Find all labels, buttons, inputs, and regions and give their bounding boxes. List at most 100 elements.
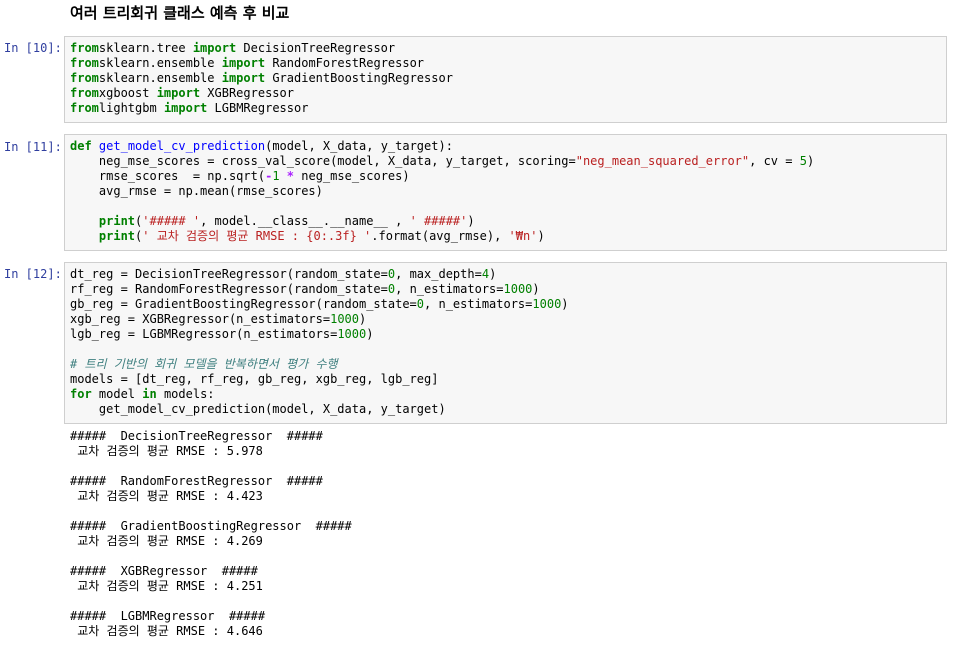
code-token: ) bbox=[806, 154, 815, 168]
code-line: # 트리 기반의 회귀 모델을 반복하면서 평가 수행 bbox=[70, 357, 941, 372]
code-token: import bbox=[163, 101, 208, 115]
code-token: def bbox=[70, 139, 92, 153]
code-token: ' 교차 검증의 평균 RMSE : {0:.3f} ' bbox=[142, 229, 372, 243]
code-line: lgb_reg = LGBMRegressor(n_estimators=100… bbox=[70, 327, 941, 342]
output-line: 교차 검증의 평균 RMSE : 4.251 bbox=[70, 579, 263, 593]
code-token: ) bbox=[366, 327, 374, 341]
code-cell-11[interactable]: def get_model_cv_prediction(model, X_dat… bbox=[64, 134, 947, 251]
code-token: neg_mse_scores = cross_val_score(model, … bbox=[70, 154, 576, 168]
code-token: get_model_cv_prediction bbox=[98, 139, 266, 153]
cell-output: ##### DecisionTreeRegressor ##### 교차 검증의… bbox=[70, 429, 352, 639]
code-token: sklearn.ensemble bbox=[98, 71, 222, 85]
code-token: RandomForestRegressor bbox=[265, 56, 425, 70]
code-token: rmse_scores = np.sqrt( bbox=[70, 169, 266, 183]
output-line: ##### XGBRegressor ##### bbox=[70, 564, 258, 578]
code-token: (model, X_data, y_target): bbox=[265, 139, 453, 153]
section-heading: 여러 트리회귀 클래스 예측 후 비교 bbox=[70, 4, 290, 22]
code-token: avg_rmse = np.mean(rmse_scores) bbox=[70, 184, 323, 198]
code-line: fromsklearn.tree import DecisionTreeRegr… bbox=[70, 41, 941, 56]
code-token: .format(avg_rmse), bbox=[371, 229, 509, 243]
code-token: sklearn.tree bbox=[98, 41, 193, 55]
output-line: ##### DecisionTreeRegressor ##### bbox=[70, 429, 323, 443]
code-line: for model in models: bbox=[70, 387, 941, 402]
code-line: fromlightgbm import LGBMRegressor bbox=[70, 101, 941, 116]
code-line: fromsklearn.ensemble import GradientBoos… bbox=[70, 71, 941, 86]
code-token: sklearn.ensemble bbox=[98, 56, 222, 70]
code-token: rf_reg = RandomForestRegressor(random_st… bbox=[70, 282, 388, 296]
code-token: model bbox=[91, 387, 143, 401]
code-token: ) bbox=[537, 229, 545, 243]
code-token: '##### ' bbox=[142, 214, 201, 228]
code-token: XGBRegressor bbox=[200, 86, 294, 100]
code-token: print bbox=[98, 229, 136, 243]
code-token: import bbox=[221, 56, 266, 70]
code-token: 1000 bbox=[532, 297, 562, 311]
code-token: ) bbox=[561, 297, 569, 311]
code-token: LGBMRegressor bbox=[207, 101, 309, 115]
code-token: ) bbox=[532, 282, 540, 296]
code-token: , model.__class__.__name__ , bbox=[200, 214, 410, 228]
code-token: import bbox=[221, 71, 266, 85]
code-token: import bbox=[156, 86, 201, 100]
code-token: neg_mse_scores) bbox=[294, 169, 410, 183]
code-token: ) bbox=[467, 214, 475, 228]
prompt-cell-11: In [11]: bbox=[4, 140, 62, 154]
code-token: xgb_reg = XGBRegressor(n_estimators= bbox=[70, 312, 331, 326]
code-token: xgboost bbox=[98, 86, 157, 100]
code-line: dt_reg = DecisionTreeRegressor(random_st… bbox=[70, 267, 941, 282]
code-token: lightgbm bbox=[98, 101, 164, 115]
code-token: models: bbox=[156, 387, 215, 401]
prompt-cell-12: In [12]: bbox=[4, 267, 62, 281]
code-token: "neg_mean_squared_error" bbox=[575, 154, 750, 168]
code-token: , n_estimators= bbox=[424, 297, 533, 311]
code-token: 1000 bbox=[337, 327, 367, 341]
code-token: 0 bbox=[416, 297, 425, 311]
output-line: ##### LGBMRegressor ##### bbox=[70, 609, 266, 623]
code-token: get_model_cv_prediction(model, X_data, y… bbox=[70, 402, 446, 416]
code-line: fromxgboost import XGBRegressor bbox=[70, 86, 941, 101]
code-token: DecisionTreeRegressor bbox=[236, 41, 396, 55]
code-line: models = [dt_reg, rf_reg, gb_reg, xgb_re… bbox=[70, 372, 941, 387]
code-token: 1000 bbox=[503, 282, 533, 296]
code-token: from bbox=[70, 56, 99, 70]
code-token: lgb_reg = LGBMRegressor(n_estimators= bbox=[70, 327, 338, 341]
code-token: from bbox=[70, 101, 99, 115]
output-line: ##### GradientBoostingRegressor ##### bbox=[70, 519, 352, 533]
code-token: gb_reg = GradientBoostingRegressor(rando… bbox=[70, 297, 417, 311]
code-line: get_model_cv_prediction(model, X_data, y… bbox=[70, 402, 941, 417]
code-token: models = [dt_reg, rf_reg, gb_reg, xgb_re… bbox=[70, 372, 439, 386]
code-line: neg_mse_scores = cross_val_score(model, … bbox=[70, 154, 941, 169]
code-token: from bbox=[70, 71, 99, 85]
prompt-cell-10: In [10]: bbox=[4, 41, 62, 55]
code-token: ) bbox=[359, 312, 367, 326]
code-token: , n_estimators= bbox=[395, 282, 504, 296]
code-token: # 트리 기반의 회귀 모델을 반복하면서 평가 수행 bbox=[70, 357, 338, 371]
code-line: gb_reg = GradientBoostingRegressor(rando… bbox=[70, 297, 941, 312]
code-token: 5 bbox=[799, 154, 807, 168]
code-token: 1 bbox=[272, 169, 280, 183]
code-line: rmse_scores = np.sqrt(-1 * neg_mse_score… bbox=[70, 169, 941, 184]
code-token: , max_depth= bbox=[395, 267, 482, 281]
code-token: '₩n' bbox=[508, 229, 538, 243]
code-line: print(' 교차 검증의 평균 RMSE : {0:.3f} '.forma… bbox=[70, 229, 941, 244]
code-line: rf_reg = RandomForestRegressor(random_st… bbox=[70, 282, 941, 297]
code-token: 1000 bbox=[330, 312, 359, 326]
code-token: from bbox=[70, 41, 99, 55]
code-token: * bbox=[286, 169, 295, 183]
code-token: for bbox=[70, 387, 92, 401]
code-token: , cv = bbox=[749, 154, 800, 168]
output-line: 교차 검증의 평균 RMSE : 4.423 bbox=[70, 489, 263, 503]
code-cell-12[interactable]: dt_reg = DecisionTreeRegressor(random_st… bbox=[64, 262, 947, 424]
code-token: ' #####' bbox=[409, 214, 468, 228]
output-line: 교차 검증의 평균 RMSE : 4.646 bbox=[70, 624, 263, 638]
code-token: in bbox=[142, 387, 157, 401]
code-cell-10[interactable]: fromsklearn.tree import DecisionTreeRegr… bbox=[64, 36, 947, 123]
